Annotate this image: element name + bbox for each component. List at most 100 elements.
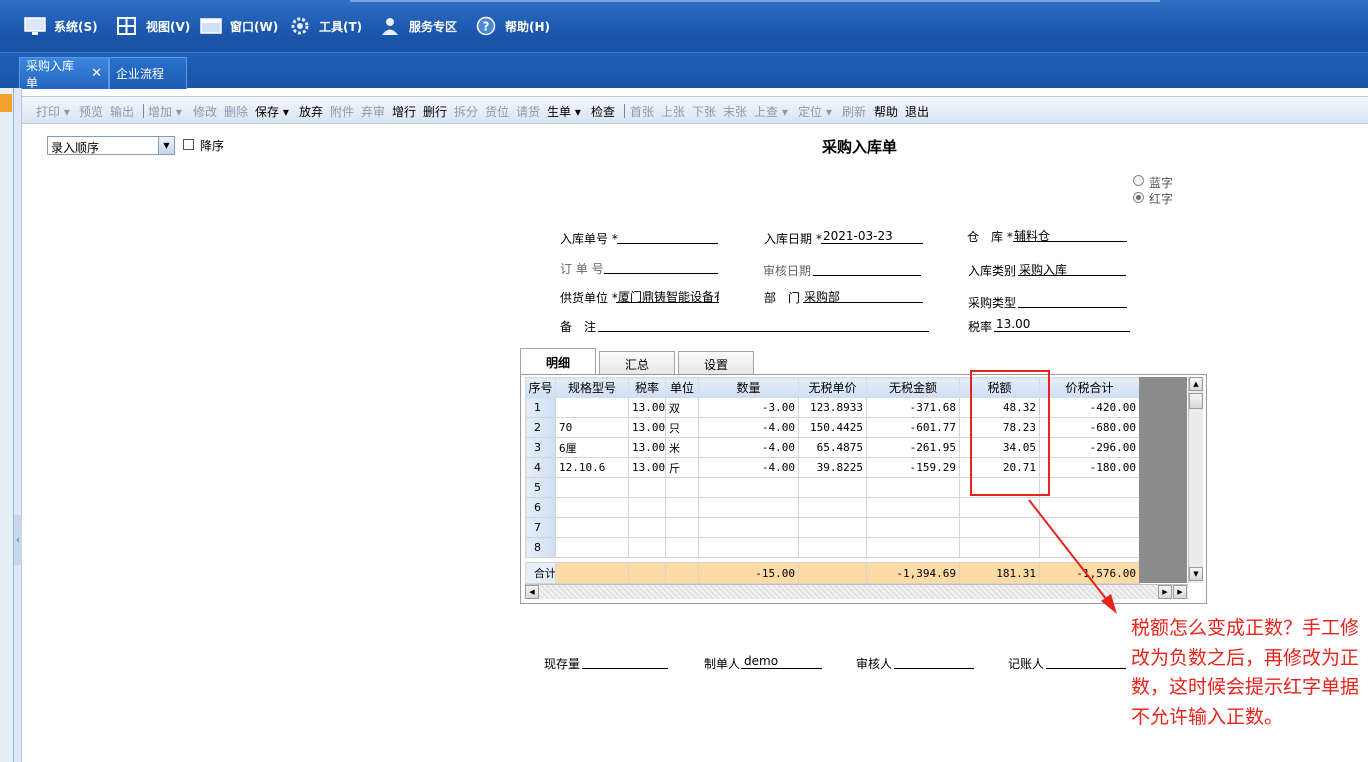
table-cell[interactable] <box>866 477 960 498</box>
toolbar-discard-button[interactable]: 放弃 <box>299 103 323 120</box>
order-no-field[interactable] <box>604 273 718 274</box>
table-cell[interactable] <box>1039 517 1140 538</box>
menu-help[interactable]: ? 帮助(H) <box>475 14 550 38</box>
toolbar-unaudit-button[interactable]: 弃审 <box>361 103 385 120</box>
column-header[interactable]: 税率 <box>628 377 666 398</box>
horizontal-scrollbar[interactable]: ◀ ▶ ▶ <box>525 584 1188 599</box>
toolbar-trace-up-button[interactable]: 上查 ▾ <box>754 103 788 120</box>
table-cell[interactable]: -371.68 <box>866 397 960 418</box>
scroll-down-icon[interactable]: ▼ <box>1189 567 1203 581</box>
toolbar-delete-row-button[interactable]: 删行 <box>423 103 447 120</box>
table-cell[interactable] <box>628 497 666 518</box>
column-header[interactable]: 无税金额 <box>866 377 960 398</box>
table-cell[interactable]: -180.00 <box>1039 457 1140 478</box>
toolbar-help-button[interactable]: 帮助 <box>874 103 898 120</box>
scroll-right-icon[interactable]: ▶ <box>1173 585 1187 599</box>
toolbar-print-button[interactable]: 打印 ▾ <box>36 103 70 120</box>
toolbar-refresh-button[interactable]: 刷新 <box>842 103 866 120</box>
table-cell[interactable] <box>665 537 699 558</box>
auditor-field[interactable] <box>894 668 974 669</box>
chevron-down-icon[interactable]: ▼ <box>158 137 174 154</box>
maker-field[interactable] <box>741 668 822 669</box>
close-icon[interactable]: ✕ <box>91 66 102 81</box>
table-cell[interactable]: 12.10.6 <box>555 457 629 478</box>
toolbar-next-button[interactable]: 下张 <box>692 103 716 120</box>
table-cell[interactable]: 米 <box>665 437 699 458</box>
blue-radio[interactable] <box>1133 175 1144 186</box>
table-cell[interactable]: -159.29 <box>866 457 960 478</box>
toolbar-add-row-button[interactable]: 增行 <box>392 103 416 120</box>
table-cell[interactable]: 双 <box>665 397 699 418</box>
toolbar-generate-button[interactable]: 生单 ▾ <box>547 103 581 120</box>
table-cell[interactable] <box>1039 537 1140 558</box>
vertical-scrollbar[interactable]: ▲ ▼ <box>1188 377 1203 583</box>
menu-window[interactable]: 窗口(W) <box>200 14 278 38</box>
toolbar-location-button[interactable]: 货位 <box>485 103 509 120</box>
toolbar-preview-button[interactable]: 预览 <box>79 103 103 120</box>
toolbar-exit-button[interactable]: 退出 <box>905 103 929 120</box>
table-cell[interactable] <box>628 517 666 538</box>
table-cell[interactable]: 39.8225 <box>798 457 867 478</box>
table-cell[interactable] <box>1039 497 1140 518</box>
scroll-mid-icon[interactable]: ▶ <box>1158 585 1172 599</box>
table-cell[interactable]: -4.00 <box>698 457 799 478</box>
table-cell[interactable]: 123.8933 <box>798 397 867 418</box>
table-cell[interactable]: 150.4425 <box>798 417 867 438</box>
toolbar-split-button[interactable]: 拆分 <box>454 103 478 120</box>
table-cell[interactable]: 65.4875 <box>798 437 867 458</box>
audit-date-field[interactable] <box>813 275 921 276</box>
toolbar-check-button[interactable]: 检查 <box>591 103 615 120</box>
table-cell[interactable]: -4.00 <box>698 437 799 458</box>
tax-rate-field[interactable] <box>994 331 1130 332</box>
tab-purchase-receipt[interactable]: 采购入库单 ✕ <box>19 57 109 90</box>
table-cell[interactable]: 13.00 <box>628 417 666 438</box>
table-cell[interactable] <box>628 537 666 558</box>
table-cell[interactable]: -261.95 <box>866 437 960 458</box>
table-cell[interactable]: 斤 <box>665 457 699 478</box>
toolbar-last-button[interactable]: 末张 <box>723 103 747 120</box>
menu-view[interactable]: 视图(V) <box>116 14 190 38</box>
table-cell[interactable] <box>866 517 960 538</box>
table-cell[interactable] <box>555 477 629 498</box>
toolbar-attachment-button[interactable]: 附件 <box>330 103 354 120</box>
table-cell[interactable]: 13.00 <box>628 457 666 478</box>
receipt-date-field[interactable] <box>821 243 923 244</box>
table-cell[interactable] <box>555 537 629 558</box>
column-header[interactable]: 无税单价 <box>798 377 867 398</box>
table-cell[interactable] <box>555 497 629 518</box>
table-cell[interactable] <box>555 397 629 418</box>
menu-system[interactable]: 系统(S) <box>24 14 98 38</box>
table-cell[interactable]: 只 <box>665 417 699 438</box>
table-row[interactable]: 7 <box>525 517 1140 538</box>
table-cell[interactable] <box>866 537 960 558</box>
table-cell[interactable] <box>959 497 1040 518</box>
column-header[interactable]: 单位 <box>665 377 699 398</box>
column-header[interactable]: 规格型号 <box>555 377 629 398</box>
table-cell[interactable] <box>665 477 699 498</box>
scroll-thumb[interactable] <box>1189 393 1203 409</box>
table-cell[interactable] <box>628 477 666 498</box>
table-cell[interactable] <box>1039 477 1140 498</box>
table-cell[interactable] <box>555 517 629 538</box>
red-radio[interactable] <box>1133 192 1144 203</box>
table-cell[interactable] <box>698 497 799 518</box>
table-cell[interactable] <box>798 477 867 498</box>
toolbar-request-button[interactable]: 请货 <box>516 103 540 120</box>
table-cell[interactable]: -601.77 <box>866 417 960 438</box>
receipt-no-field[interactable] <box>617 243 718 244</box>
column-header[interactable]: 数量 <box>698 377 799 398</box>
toolbar-export-button[interactable]: 输出 <box>110 103 134 120</box>
table-cell[interactable] <box>798 517 867 538</box>
table-cell[interactable]: -420.00 <box>1039 397 1140 418</box>
toolbar-prev-button[interactable]: 上张 <box>661 103 685 120</box>
table-row[interactable]: 6 <box>525 497 1140 518</box>
tab-detail[interactable]: 明细 <box>520 348 596 376</box>
stock-field[interactable] <box>582 668 668 669</box>
table-cell[interactable] <box>698 537 799 558</box>
column-header[interactable]: 序号 <box>525 377 556 398</box>
table-cell[interactable] <box>959 537 1040 558</box>
descending-checkbox[interactable] <box>183 139 194 150</box>
table-row[interactable]: 8 <box>525 537 1140 558</box>
toolbar-save-button[interactable]: 保存 ▾ <box>255 103 289 120</box>
toolbar-locate-button[interactable]: 定位 ▾ <box>798 103 832 120</box>
